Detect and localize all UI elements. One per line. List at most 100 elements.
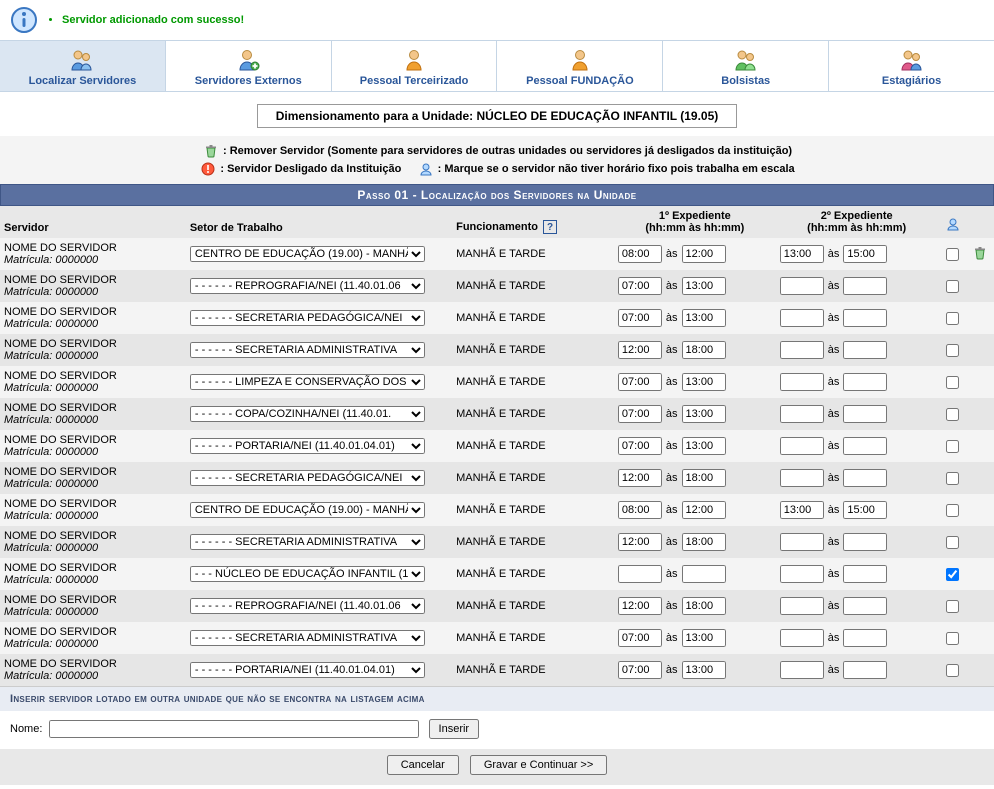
exp2-fim[interactable] — [843, 277, 887, 295]
exp1-fim[interactable] — [682, 245, 726, 263]
exp2-inicio[interactable] — [780, 597, 824, 615]
remove-row-button[interactable] — [973, 246, 987, 260]
exp2-inicio[interactable] — [780, 341, 824, 359]
escala-checkbox[interactable] — [946, 440, 959, 453]
escala-checkbox[interactable] — [946, 632, 959, 645]
escala-checkbox[interactable] — [946, 664, 959, 677]
exp1-fim[interactable] — [682, 437, 726, 455]
exp2-fim[interactable] — [843, 661, 887, 679]
exp2-fim[interactable] — [843, 533, 887, 551]
exp2-inicio[interactable] — [780, 437, 824, 455]
exp1-fim[interactable] — [682, 661, 726, 679]
tab-0[interactable]: Localizar Servidores — [0, 41, 166, 91]
exp2-inicio[interactable] — [780, 309, 824, 327]
escala-checkbox[interactable] — [946, 408, 959, 421]
exp2-fim[interactable] — [843, 245, 887, 263]
exp2-fim[interactable] — [843, 405, 887, 423]
exp1-inicio[interactable] — [618, 597, 662, 615]
tab-5[interactable]: Estagiários — [829, 41, 994, 91]
setor-select[interactable]: - - - NÚCLEO DE EDUCAÇÃO INFANTIL (1 — [190, 566, 425, 582]
exp1-fim[interactable] — [682, 629, 726, 647]
help-icon[interactable]: ? — [543, 220, 557, 234]
exp1-fim[interactable] — [682, 277, 726, 295]
setor-select[interactable]: - - - - - - REPROGRAFIA/NEI (11.40.01.06 — [190, 278, 425, 294]
exp1-inicio[interactable] — [618, 565, 662, 583]
exp2-fim[interactable] — [843, 469, 887, 487]
setor-select[interactable]: - - - - - - SECRETARIA ADMINISTRATIVA — [190, 534, 425, 550]
exp1-inicio[interactable] — [618, 309, 662, 327]
escala-checkbox[interactable] — [946, 600, 959, 613]
save-continue-button[interactable]: Gravar e Continuar >> — [470, 755, 607, 775]
exp1-inicio[interactable] — [618, 245, 662, 263]
escala-checkbox[interactable] — [946, 344, 959, 357]
insert-button[interactable]: Inserir — [429, 719, 480, 739]
servidor-matricula: Matrícula: 0000000 — [4, 318, 182, 330]
escala-checkbox[interactable] — [946, 472, 959, 485]
setor-select[interactable]: - - - - - - SECRETARIA PEDAGÓGICA/NEI — [190, 470, 425, 486]
setor-select[interactable]: - - - - - - REPROGRAFIA/NEI (11.40.01.06 — [190, 598, 425, 614]
exp2-fim[interactable] — [843, 373, 887, 391]
setor-select[interactable]: - - - - - - SECRETARIA ADMINISTRATIVA — [190, 630, 425, 646]
col-escala — [938, 206, 969, 238]
escala-checkbox[interactable] — [946, 248, 959, 261]
servidor-nome: NOME DO SERVIDOR — [4, 274, 182, 286]
escala-checkbox[interactable] — [946, 536, 959, 549]
exp1-inicio[interactable] — [618, 373, 662, 391]
exp2-fim[interactable] — [843, 501, 887, 519]
exp1-fim[interactable] — [682, 405, 726, 423]
setor-select[interactable]: - - - - - - PORTARIA/NEI (11.40.01.04.01… — [190, 438, 425, 454]
escala-checkbox[interactable] — [946, 280, 959, 293]
exp1-inicio[interactable] — [618, 437, 662, 455]
exp1-inicio[interactable] — [618, 501, 662, 519]
setor-select[interactable]: - - - - - - SECRETARIA ADMINISTRATIVA — [190, 342, 425, 358]
exp2-inicio[interactable] — [780, 565, 824, 583]
escala-checkbox[interactable] — [946, 376, 959, 389]
exp1-inicio[interactable] — [618, 341, 662, 359]
exp2-fim[interactable] — [843, 309, 887, 327]
cancel-button[interactable]: Cancelar — [387, 755, 459, 775]
setor-select[interactable]: - - - - - - COPA/COZINHA/NEI (11.40.01. — [190, 406, 425, 422]
exp2-fim[interactable] — [843, 437, 887, 455]
exp1-inicio[interactable] — [618, 629, 662, 647]
exp2-inicio[interactable] — [780, 661, 824, 679]
tab-4[interactable]: Bolsistas — [663, 41, 829, 91]
exp1-inicio[interactable] — [618, 533, 662, 551]
exp2-inicio[interactable] — [780, 533, 824, 551]
tab-3[interactable]: Pessoal FUNDAÇÃO — [497, 41, 663, 91]
exp1-fim[interactable] — [682, 309, 726, 327]
table-row: NOME DO SERVIDORMatrícula: 0000000- - - … — [0, 366, 994, 398]
exp2-inicio[interactable] — [780, 245, 824, 263]
exp1-inicio[interactable] — [618, 277, 662, 295]
setor-select[interactable]: CENTRO DE EDUCAÇÃO (19.00) - MANHÃ — [190, 246, 425, 262]
exp2-fim[interactable] — [843, 565, 887, 583]
exp2-inicio[interactable] — [780, 469, 824, 487]
exp1-fim[interactable] — [682, 469, 726, 487]
escala-checkbox[interactable] — [946, 568, 959, 581]
setor-select[interactable]: CENTRO DE EDUCAÇÃO (19.00) - MANHÃ — [190, 502, 425, 518]
exp2-inicio[interactable] — [780, 629, 824, 647]
setor-select[interactable]: - - - - - - SECRETARIA PEDAGÓGICA/NEI — [190, 310, 425, 326]
exp2-inicio[interactable] — [780, 277, 824, 295]
exp2-fim[interactable] — [843, 597, 887, 615]
exp1-fim[interactable] — [682, 597, 726, 615]
setor-select[interactable]: - - - - - - PORTARIA/NEI (11.40.01.04.01… — [190, 662, 425, 678]
exp1-inicio[interactable] — [618, 405, 662, 423]
exp1-inicio[interactable] — [618, 469, 662, 487]
escala-checkbox[interactable] — [946, 504, 959, 517]
insert-name-input[interactable] — [49, 720, 419, 738]
exp1-inicio[interactable] — [618, 661, 662, 679]
exp2-fim[interactable] — [843, 629, 887, 647]
exp1-fim[interactable] — [682, 373, 726, 391]
exp1-fim[interactable] — [682, 533, 726, 551]
exp1-fim[interactable] — [682, 341, 726, 359]
exp2-inicio[interactable] — [780, 373, 824, 391]
escala-checkbox[interactable] — [946, 312, 959, 325]
setor-select[interactable]: - - - - - - LIMPEZA E CONSERVAÇÃO DOS — [190, 374, 425, 390]
exp2-inicio[interactable] — [780, 405, 824, 423]
exp2-inicio[interactable] — [780, 501, 824, 519]
exp1-fim[interactable] — [682, 501, 726, 519]
tab-1[interactable]: Servidores Externos — [166, 41, 332, 91]
exp1-fim[interactable] — [682, 565, 726, 583]
exp2-fim[interactable] — [843, 341, 887, 359]
tab-2[interactable]: Pessoal Terceirizado — [332, 41, 498, 91]
